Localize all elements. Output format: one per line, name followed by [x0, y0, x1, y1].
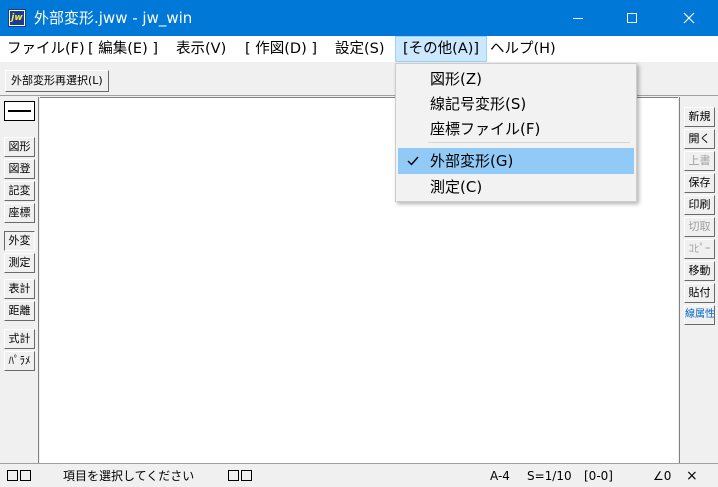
layer-indicator[interactable]: [0-0] — [584, 467, 613, 485]
tool-copy[interactable]: ｺﾋﾟｰ — [684, 239, 715, 259]
status-box-left — [7, 467, 33, 485]
scale-indicator[interactable]: S=1/10 — [527, 467, 572, 485]
menu-item-measure[interactable]: 測定(C) — [398, 174, 634, 200]
status-message: 項目を選択してください — [63, 469, 195, 483]
tool-parametric[interactable]: ﾊﾟﾗﾒ — [4, 351, 35, 371]
paper-size[interactable]: A-4 — [490, 467, 510, 485]
tool-symbol-transform[interactable]: 記変 — [4, 181, 35, 201]
menu-bar: ファイル(F) [ 編集(E) ] 表示(V) [ 作図(D) ] 設定(S) … — [0, 36, 718, 62]
square-icon — [228, 470, 239, 481]
menu-file[interactable]: ファイル(F) — [0, 36, 92, 62]
square-icon — [7, 470, 18, 481]
left-tool-panel: 図形 図登 記変 座標 外変 測定 表計 距離 式計 ﾊﾟﾗﾒ — [0, 97, 39, 463]
maximize-button[interactable] — [609, 0, 655, 36]
tool-save[interactable]: 保存 — [684, 173, 715, 193]
tool-external-transform[interactable]: 外変 — [4, 231, 35, 251]
menu-edit[interactable]: [ 編集(E) ] — [81, 36, 165, 62]
tool-cut[interactable]: 切取 — [684, 217, 715, 237]
angle-indicator[interactable]: ∠0 — [653, 467, 671, 485]
window-title: 外部変形.jww - jw_win — [34, 9, 193, 27]
app-icon[interactable]: jw — [8, 9, 26, 27]
tool-table-calc[interactable]: 表計 — [4, 279, 35, 299]
minimize-button[interactable] — [555, 0, 601, 36]
right-tool-panel: 新規 開く 上書 保存 印刷 切取 ｺﾋﾟｰ 移動 貼付 線属性 — [679, 97, 718, 463]
status-box-mid — [228, 467, 254, 485]
tool-shape[interactable]: 図形 — [4, 137, 35, 157]
title-bar[interactable]: jw 外部変形.jww - jw_win — [0, 0, 718, 36]
menu-draw[interactable]: [ 作図(D) ] — [238, 36, 324, 62]
menu-help[interactable]: ヘルプ(H) — [483, 36, 563, 62]
tool-coordinates[interactable]: 座標 — [4, 203, 35, 223]
tool-new[interactable]: 新規 — [684, 107, 715, 127]
minimize-icon — [573, 18, 583, 19]
line-sample-icon — [8, 110, 31, 112]
tool-paste[interactable]: 貼付 — [684, 283, 715, 303]
check-icon — [407, 156, 419, 166]
reselect-external-transform-button[interactable]: 外部変形再選択(L) — [5, 70, 109, 92]
menu-view[interactable]: 表示(V) — [169, 36, 233, 62]
menu-other[interactable]: [その他(A)] — [395, 36, 488, 62]
square-icon — [20, 470, 31, 481]
status-bar: 項目を選択してください A-4 S=1/10 [0-0] ∠0 × — [0, 463, 718, 487]
menu-item-coordinate-file[interactable]: 座標ファイル(F) — [398, 116, 634, 142]
menu-item-line-symbol-transform[interactable]: 線記号変形(S) — [398, 91, 634, 117]
tool-print[interactable]: 印刷 — [684, 195, 715, 215]
line-type-button[interactable] — [4, 101, 35, 121]
tool-move[interactable]: 移動 — [684, 261, 715, 281]
menu-item-shape[interactable]: 図形(Z) — [398, 66, 634, 92]
tool-formula-calc[interactable]: 式計 — [4, 329, 35, 349]
menu-separator — [428, 142, 630, 143]
tool-overwrite[interactable]: 上書 — [684, 151, 715, 171]
maximize-icon — [627, 13, 637, 23]
tool-open[interactable]: 開く — [684, 129, 715, 149]
tool-shape-register[interactable]: 図登 — [4, 159, 35, 179]
square-icon — [241, 470, 252, 481]
tool-line-attribute[interactable]: 線属性 — [684, 305, 715, 325]
tool-distance[interactable]: 距離 — [4, 301, 35, 321]
menu-settings[interactable]: 設定(S) — [328, 36, 392, 62]
menu-item-external-transform[interactable]: 外部変形(G) — [398, 148, 634, 174]
other-menu-dropdown: 図形(Z) 線記号変形(S) 座標ファイル(F) 外部変形(G) 測定(C) — [395, 63, 637, 202]
status-close-icon[interactable]: × — [686, 467, 698, 485]
tool-measure[interactable]: 測定 — [4, 253, 35, 273]
close-icon — [683, 12, 695, 24]
close-button[interactable] — [666, 0, 712, 36]
